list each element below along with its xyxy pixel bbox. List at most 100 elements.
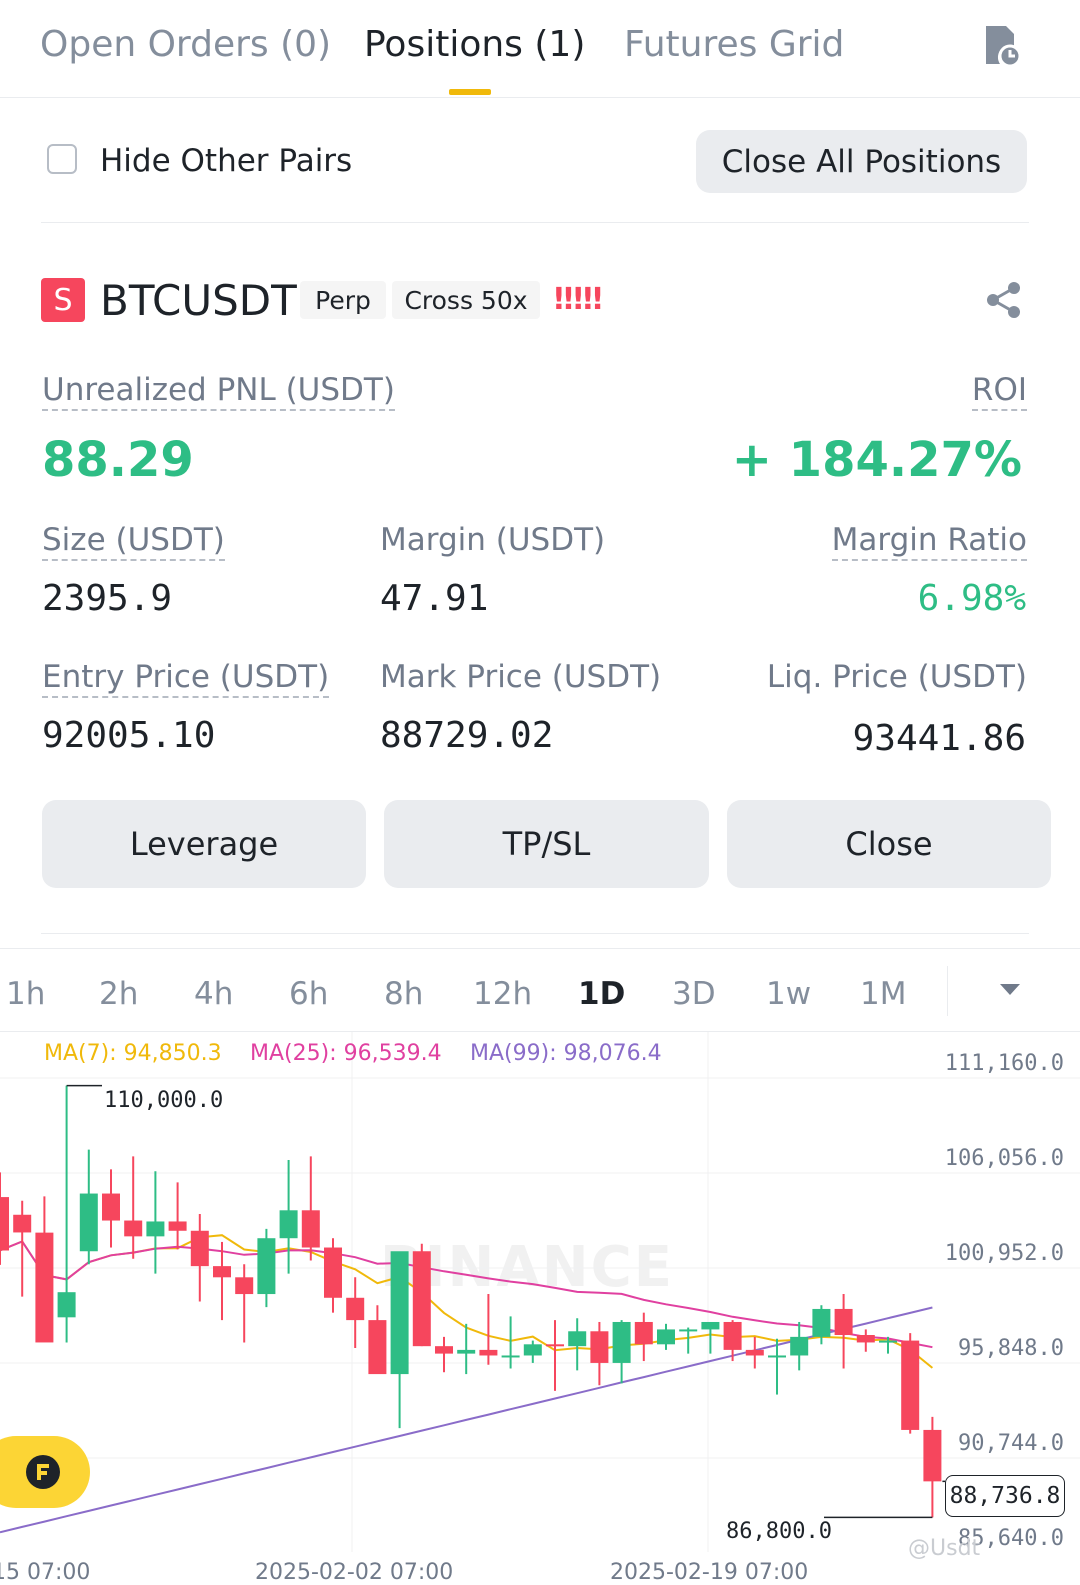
floating-action-button[interactable] <box>0 1436 90 1508</box>
candle-body <box>257 1238 276 1295</box>
unrealized-pnl-value: 88.29 <box>42 432 194 488</box>
low-price-marker: 86,800.0 <box>726 1519 832 1544</box>
interval-dropdown-icon[interactable] <box>1000 984 1020 995</box>
section-divider-2 <box>0 948 1080 949</box>
watermark-credit: @Usdt <box>908 1536 981 1561</box>
tab-positions[interactable]: Positions (1) <box>364 24 585 65</box>
ma25-label: MA(25): 96,539.4 <box>250 1041 442 1066</box>
candle-body <box>590 1331 609 1363</box>
price-axis-label: 95,848.0 <box>958 1336 1064 1361</box>
hide-other-pairs-checkbox[interactable] <box>47 144 77 174</box>
interval-1m[interactable]: 1M <box>860 976 906 1012</box>
symbol-name[interactable]: BTCUSDT <box>100 276 297 325</box>
margin-ratio-label[interactable]: Margin Ratio <box>831 522 1027 561</box>
tabs-divider <box>0 97 1080 98</box>
price-axis-label: 106,056.0 <box>944 1146 1064 1171</box>
interval-8h[interactable]: 8h <box>384 976 423 1012</box>
mark-price-label: Mark Price (USDT) <box>380 659 662 695</box>
price-axis-label: 90,744.0 <box>958 1431 1064 1456</box>
leverage-button[interactable]: Leverage <box>42 800 366 888</box>
candle-body <box>0 1197 9 1251</box>
interval-1h[interactable]: 1h <box>6 976 45 1012</box>
close-all-positions-button[interactable]: Close All Positions <box>696 130 1027 193</box>
interval-12h[interactable]: 12h <box>473 976 532 1012</box>
interval-2h[interactable]: 2h <box>99 976 138 1012</box>
futures-logo-icon <box>26 1455 60 1489</box>
candle-body <box>235 1277 254 1295</box>
perp-chip: Perp <box>300 281 386 319</box>
candle-body <box>879 1340 897 1343</box>
margin-ratio-value: 6.98% <box>917 578 1026 619</box>
interval-6h[interactable]: 6h <box>289 976 328 1012</box>
tab-open-orders[interactable]: Open Orders (0) <box>40 24 331 65</box>
candle-body <box>568 1331 587 1347</box>
ma7-label: MA(7): 94,850.3 <box>44 1041 222 1066</box>
size-label[interactable]: Size (USDT) <box>42 522 225 561</box>
section-divider <box>41 933 1029 934</box>
candle-body <box>812 1308 831 1337</box>
interval-1w[interactable]: 1w <box>766 976 811 1012</box>
candle-body <box>346 1297 365 1321</box>
cross-leverage-chip: Cross 50x <box>392 281 540 319</box>
candle-body <box>834 1308 853 1336</box>
candle-body <box>634 1321 653 1345</box>
margin-label: Margin (USDT) <box>380 522 606 558</box>
entry-price-value: 92005.10 <box>42 715 216 756</box>
risk-indicator: !!!!! <box>552 282 604 317</box>
candle-body <box>412 1251 431 1347</box>
date-axis-label: 15 07:00 <box>0 1560 91 1585</box>
candle-body <box>679 1329 698 1332</box>
entry-price-label[interactable]: Entry Price (USDT) <box>42 659 330 698</box>
roi-value: + 184.27% <box>731 432 1022 488</box>
interval-1d[interactable]: 1D <box>578 976 625 1012</box>
side-badge: S <box>41 278 85 322</box>
candle-body <box>146 1221 165 1237</box>
tpsl-button[interactable]: TP/SL <box>384 800 709 888</box>
history-icon[interactable] <box>978 22 1024 68</box>
candlestick-chart[interactable] <box>0 1032 1080 1584</box>
candle-body <box>102 1193 120 1221</box>
candle-body <box>523 1344 542 1356</box>
candle-body <box>856 1335 875 1343</box>
candle-body <box>479 1349 498 1356</box>
current-price-tag[interactable]: 88,736.8 <box>945 1475 1065 1517</box>
size-value: 2395.9 <box>42 578 173 619</box>
interval-4h[interactable]: 4h <box>194 976 233 1012</box>
candle-body <box>279 1210 298 1239</box>
candle-body <box>657 1329 675 1345</box>
roi-label[interactable]: ROI <box>971 372 1027 411</box>
filter-divider <box>41 222 1029 223</box>
hide-other-pairs-label[interactable]: Hide Other Pairs <box>100 143 352 179</box>
liq-price-label: Liq. Price (USDT) <box>766 659 1027 695</box>
candle-body <box>546 1344 564 1347</box>
unrealized-pnl-label[interactable]: Unrealized PNL (USDT) <box>42 372 395 411</box>
candle-body <box>501 1355 520 1358</box>
liq-price-value: 93441.86 <box>852 718 1026 759</box>
candle-body <box>79 1193 98 1252</box>
candle-body <box>301 1210 320 1248</box>
date-axis-label: 2025-02-19 07:00 <box>610 1560 809 1585</box>
tab-futures-grid[interactable]: Futures Grid <box>624 24 844 65</box>
candle-body <box>124 1220 143 1237</box>
share-icon[interactable] <box>984 280 1024 320</box>
date-axis-label: 2025-02-02 07:00 <box>255 1560 454 1585</box>
candle-body <box>901 1340 920 1430</box>
close-position-button[interactable]: Close <box>727 800 1051 888</box>
interval-3d[interactable]: 3D <box>672 976 716 1012</box>
candle-body <box>768 1355 786 1358</box>
margin-value: 47.91 <box>380 578 489 619</box>
candle-body <box>745 1349 764 1356</box>
candle-body <box>923 1429 942 1482</box>
mark-price-value: 88729.02 <box>380 715 554 756</box>
candle-body <box>190 1230 209 1267</box>
candle-body <box>435 1346 453 1354</box>
candle-body <box>368 1320 387 1375</box>
high-price-marker: 110,000.0 <box>104 1088 224 1113</box>
price-axis-label: 111,160.0 <box>944 1051 1064 1076</box>
candle-body <box>701 1321 720 1330</box>
candle-body <box>35 1232 54 1343</box>
candle-body <box>213 1266 231 1278</box>
interval-divider <box>947 966 948 1016</box>
candle-body <box>390 1251 409 1375</box>
candle-body <box>790 1336 809 1356</box>
